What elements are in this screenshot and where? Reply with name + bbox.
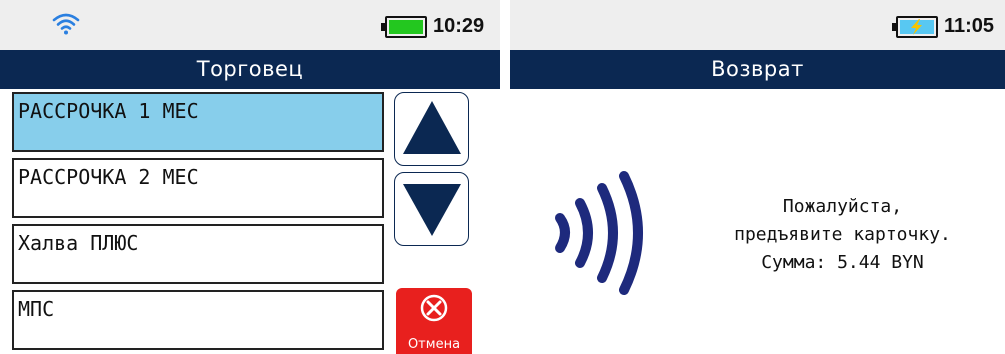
status-bar: 11:05 <box>510 0 1005 50</box>
menu-item-installment-1[interactable]: РАССРОЧКА 1 МЕС <box>12 92 384 152</box>
page-title: Торговец <box>0 50 500 89</box>
status-time: 11:05 <box>944 15 995 37</box>
menu-item-label: РАССРОЧКА 2 МЕС <box>18 165 199 189</box>
page-title: Возврат <box>510 50 1005 89</box>
cancel-button[interactable]: Отмена <box>396 288 472 354</box>
status-bar: 10:29 <box>0 0 500 50</box>
status-time: 10:29 <box>433 15 485 37</box>
close-circle-icon <box>420 294 448 322</box>
arrow-down-icon <box>403 184 461 236</box>
contactless-icon <box>555 171 643 295</box>
battery-charging-icon <box>892 16 938 38</box>
scroll-up-button[interactable] <box>394 92 469 166</box>
menu-item-halva-plus[interactable]: Халва ПЛЮС <box>12 224 384 284</box>
menu-item-installment-2[interactable]: РАССРОЧКА 2 МЕС <box>12 158 384 218</box>
menu-item-label: РАССРОЧКА 1 МЕС <box>18 99 199 123</box>
message-line-1: Пожалуйста, <box>782 196 903 217</box>
message-line-2: предъявите карточку. <box>734 224 951 245</box>
menu-item-mps[interactable]: МПС <box>12 290 384 350</box>
battery-full-icon <box>381 16 427 38</box>
present-card-message: Пожалуйста, предъявите карточку. Сумма: … <box>680 193 1005 277</box>
charging-bolt-icon <box>911 19 922 35</box>
merchant-screen: 10:29 Торговец РАССРОЧКА 1 МЕС РАССРОЧКА… <box>0 0 500 354</box>
menu-item-label: МПС <box>18 297 55 321</box>
menu-item-label: Халва ПЛЮС <box>18 231 139 255</box>
message-amount: Сумма: 5.44 BYN <box>761 252 924 273</box>
arrow-up-icon <box>403 101 461 154</box>
scroll-down-button[interactable] <box>394 172 469 246</box>
cancel-label: Отмена <box>407 337 461 352</box>
wifi-icon <box>52 13 80 35</box>
refund-screen: 11:05 Возврат Пожалуйста, предъявите кар… <box>510 0 1005 354</box>
